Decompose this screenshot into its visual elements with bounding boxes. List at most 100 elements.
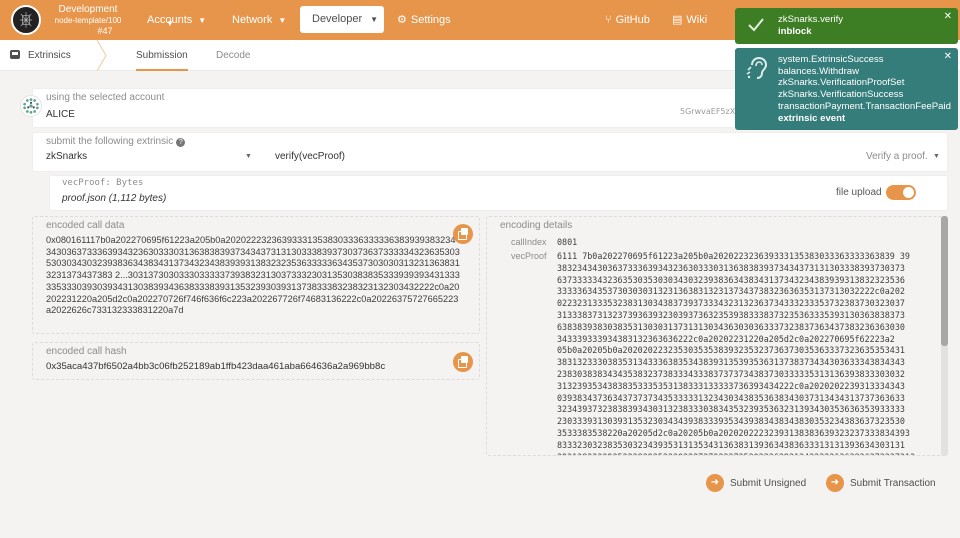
chain-name: Development xyxy=(58,4,118,15)
copy-call-data-button[interactable] xyxy=(453,224,473,244)
chain-logo-icon[interactable] xyxy=(11,5,41,35)
gears-icon: ⚙ xyxy=(397,14,407,26)
vec-proof-line: 6373333343236353035303034303239383634383… xyxy=(557,274,905,285)
param-card xyxy=(49,175,948,211)
chevron-down-icon: ▼ xyxy=(198,16,207,25)
event-line: transactionPayment.TransactionFeePaid xyxy=(778,100,951,112)
vec-proof-line: 3132393534383835333535313833313333373639… xyxy=(557,380,905,391)
param-file-value[interactable]: proof.json (1,112 bytes) xyxy=(62,193,166,204)
notification-events-text: system.ExtrinsicSuccess balances.Withdra… xyxy=(778,54,956,124)
vec-proof-line: 0223231333532383130343837393733343231323… xyxy=(557,298,905,309)
encoded-call-data-label: encoded call data xyxy=(46,220,125,231)
ear-listen-icon xyxy=(746,56,768,79)
pallet-select[interactable]: zkSnarks xyxy=(46,151,87,162)
help-icon[interactable]: ? xyxy=(176,138,186,147)
close-icon[interactable]: ✕ xyxy=(944,51,952,62)
submit-unsigned-label: Submit Unsigned xyxy=(730,478,807,489)
submit-transaction-label: Submit Transaction xyxy=(850,478,936,489)
vec-proof-line: 8333230323835303234393531313534313638313… xyxy=(557,439,905,450)
nav-network-label: Network xyxy=(232,14,273,26)
notification-status: inblock xyxy=(778,25,812,37)
event-line: balances.Withdraw xyxy=(778,65,860,77)
copy-call-hash-button[interactable] xyxy=(453,352,473,372)
vec-proof-line: 3831323330383531343336383534383931353935… xyxy=(557,357,905,368)
account-address: 5GrwvaEF5zX xyxy=(680,107,736,116)
file-upload-toggle[interactable] xyxy=(886,185,916,200)
notification-status: extrinsic event xyxy=(778,112,846,124)
vec-proof-line: 343339333934383132363636222c0a2020223122… xyxy=(557,333,895,344)
check-icon xyxy=(748,18,764,32)
breadcrumb-chevron-icon xyxy=(96,40,107,71)
vec-proof-line: 3234393732383839343031323833303834353239… xyxy=(557,404,905,415)
nav-accounts[interactable]: Accounts ▼ xyxy=(147,0,206,40)
tab-decode-label: Decode xyxy=(216,50,251,61)
github-label: GitHub xyxy=(615,14,650,26)
vec-proof-line: 05b0a20205b0a202020223235303535383932353… xyxy=(557,345,905,356)
extrinsics-label: Extrinsics xyxy=(28,50,71,61)
extrinsics-section: Extrinsics xyxy=(10,40,71,71)
vec-proof-line: 3832343430363733363934323630333031363838… xyxy=(557,262,905,273)
chevron-down-icon[interactable]: ▼ xyxy=(245,153,252,160)
chevron-down-icon: ▼ xyxy=(278,16,287,25)
nav-settings-label: Settings xyxy=(410,14,451,26)
nav-accounts-label: Accounts xyxy=(147,14,193,26)
chevron-down-icon[interactable]: ▼ xyxy=(933,153,940,160)
chain-selector[interactable]: Development node-template/100 #47 ▼ xyxy=(48,4,174,37)
call-index-value: 0801 xyxy=(557,237,578,247)
encoding-details-label: encoding details xyxy=(500,220,573,231)
notification-inblock: zkSnarks.verify inblock ✕ xyxy=(735,8,958,44)
vec-proof-line: 0393834373634373737343533333132343034383… xyxy=(557,392,905,403)
event-line: zkSnarks.VerificationProofSet xyxy=(778,77,905,89)
notification-inblock-text: zkSnarks.verify inblock xyxy=(778,14,956,37)
sign-in-icon: ➜ xyxy=(826,474,844,493)
account-name: ALICE xyxy=(46,109,75,120)
submit-transaction-button[interactable]: ➜ Submit Transaction xyxy=(826,474,936,494)
nav-developer-label: Developer xyxy=(312,13,363,25)
vec-proof-value: 6111 7b0a202270695f61223a205b0a202022323… xyxy=(557,251,937,455)
notification-method: zkSnarks.verify xyxy=(778,14,844,25)
encoded-call-hash-value: 0x35aca437bf6502a4bb3c06fb252189ab1ffb42… xyxy=(46,361,386,372)
book-icon: ▤ xyxy=(672,14,683,26)
vec-proof-key: vecProof xyxy=(511,251,547,261)
vec-proof-line: 3333363435373030303132313638313231373437… xyxy=(557,286,905,297)
tab-submission-label: Submission xyxy=(136,50,188,61)
vec-proof-line: 6111 7b0a202270695f61223a205b0a202022323… xyxy=(557,251,910,261)
vec-proof-line: 3533383538220a20205d2c0a20205b0a20202022… xyxy=(557,427,910,438)
vec-proof-line: 2383038383434353832373833343338373737343… xyxy=(557,368,905,379)
extrinsics-icon xyxy=(10,50,20,59)
extrinsic-label: submit the following extrinsic? xyxy=(46,136,186,147)
chevron-down-icon: ▼ xyxy=(370,15,379,24)
code-branch-icon: ⑂ xyxy=(605,14,612,26)
event-line: system.ExtrinsicSuccess xyxy=(778,54,884,65)
account-label: using the selected account xyxy=(46,92,165,103)
tab-decode[interactable]: Decode xyxy=(216,40,250,71)
encoded-call-data-value: 0x080161117b0a202270695f61223a205b0a2020… xyxy=(46,235,460,316)
sign-in-icon: ➜ xyxy=(706,474,724,493)
event-line: zkSnarks.VerificationSuccess xyxy=(778,89,904,101)
wiki-label: Wiki xyxy=(686,14,708,26)
vec-proof-line: 6383839383038353130303137313130343630303… xyxy=(557,321,905,332)
account-identicon-icon xyxy=(20,95,42,117)
method-description: Verify a proof. xyxy=(866,151,928,162)
vec-proof-line: 3931383333935323839353330323737333373530… xyxy=(557,452,937,455)
close-icon[interactable]: ✕ xyxy=(944,11,952,22)
chain-spec: node-template/100 xyxy=(54,16,122,25)
vec-proof-line: 2303339313039313532303434393833393534393… xyxy=(557,416,905,427)
nav-network[interactable]: Network ▼ xyxy=(232,0,286,40)
link-github[interactable]: ⑂ GitHub xyxy=(605,0,650,40)
submit-unsigned-button[interactable]: ➜ Submit Unsigned xyxy=(706,474,806,494)
scrollbar-thumb[interactable] xyxy=(941,216,948,346)
vec-proof-line: 3133383731323739363932303937363235393833… xyxy=(557,309,905,320)
param-label: vecProof: Bytes xyxy=(62,178,144,188)
method-select[interactable]: verify(vecProof) xyxy=(275,151,345,162)
link-wiki[interactable]: ▤ Wiki xyxy=(672,0,707,40)
encoded-call-hash-label: encoded call hash xyxy=(46,346,127,357)
call-index-key: callIndex xyxy=(511,237,547,247)
file-upload-label: file upload xyxy=(836,187,882,198)
notification-events: system.ExtrinsicSuccess balances.Withdra… xyxy=(735,48,958,130)
nav-settings[interactable]: ⚙ Settings xyxy=(397,0,451,40)
block-number: #47 xyxy=(97,26,113,36)
tab-submission[interactable]: Submission xyxy=(126,40,198,71)
nav-developer[interactable]: Developer ▼ xyxy=(300,6,384,33)
extrinsic-label-text: submit the following extrinsic xyxy=(46,136,174,147)
